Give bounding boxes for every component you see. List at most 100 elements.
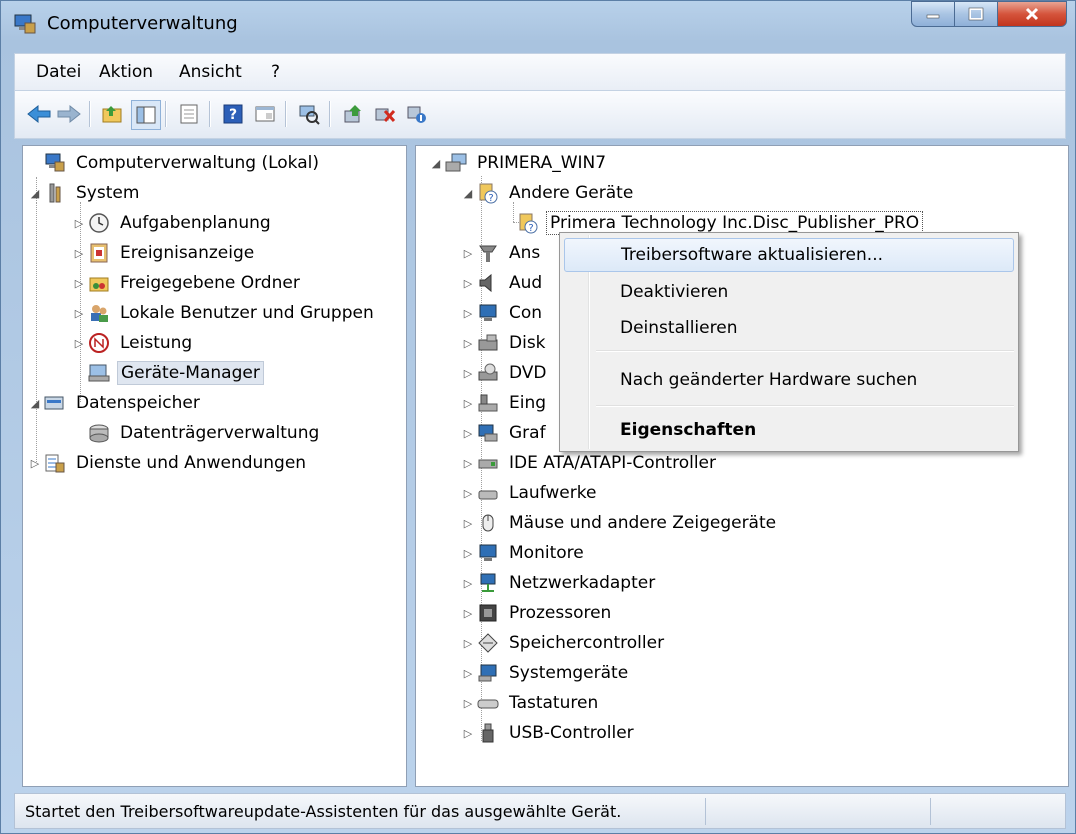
device-node-monitore[interactable]: ▷ Monitore [460,539,587,567]
device-node-dvd[interactable]: ▷ DVD [460,359,550,387]
expanded-arrow-icon[interactable]: ◢ [27,187,43,200]
device-node-speichercontroller[interactable]: ▷ Speichercontroller [460,629,667,657]
collapsed-arrow-icon[interactable]: ▷ [460,427,476,440]
back-button[interactable] [25,100,53,128]
update-driver-button[interactable] [339,100,367,128]
menu-aktion[interactable]: Aktion [99,62,153,82]
collapsed-arrow-icon[interactable]: ▷ [71,247,87,260]
scan-hardware-icon [299,105,320,125]
device-node-ans[interactable]: ▷ Ans [460,239,543,267]
collapsed-arrow-icon[interactable]: ▷ [460,727,476,740]
device-node-eing[interactable]: ▷ Eing [460,389,549,417]
help-button[interactable]: ? [219,100,247,128]
collapsed-arrow-icon[interactable]: ▷ [71,337,87,350]
title-bar[interactable]: Computerverwaltung [1,1,1075,45]
menu-datei[interactable]: Datei [36,62,81,82]
device-node-andere-geraete[interactable]: ◢ ? Andere Geräte [460,179,636,207]
collapsed-arrow-icon[interactable]: ▷ [460,247,476,260]
collapsed-arrow-icon[interactable]: ▷ [460,547,476,560]
ctx-uninstall[interactable]: Deinstallieren [564,311,1014,345]
tree-node-system[interactable]: ◢ System [27,179,142,207]
collapsed-arrow-icon[interactable]: ▷ [460,277,476,290]
computer-management-icon [43,151,67,175]
ide-controller-icon [476,451,500,475]
scan-hardware-button[interactable] [295,100,323,128]
svg-text:?: ? [488,193,493,204]
maximize-button[interactable] [954,1,998,27]
tree-node-freigegebene-ordner[interactable]: ▷ Freigegebene Ordner [71,269,303,297]
ctx-update-driver[interactable]: Treibersoftware aktualisieren... [564,238,1014,272]
menu-ansicht[interactable]: Ansicht [179,62,242,82]
disk-drive-icon [476,331,500,355]
collapsed-arrow-icon[interactable]: ▷ [460,667,476,680]
forward-button[interactable] [55,100,83,128]
uninstall-device-button[interactable] [371,100,399,128]
collapsed-arrow-icon[interactable]: ▷ [460,637,476,650]
up-folder-button[interactable] [99,100,127,128]
collapsed-arrow-icon[interactable]: ▷ [460,697,476,710]
usb-icon [476,721,500,745]
collapsed-arrow-icon[interactable]: ▷ [460,307,476,320]
device-node-primera-win7[interactable]: ◢ PRIMERA_WIN7 [428,149,609,177]
tree-node-ereignisanzeige[interactable]: ▷ Ereignisanzeige [71,239,257,267]
context-menu: Treibersoftware aktualisieren... Deaktiv… [559,232,1019,452]
ctx-properties[interactable]: Eigenschaften [564,413,1014,447]
tree-node-leistung[interactable]: ▷ Leistung [71,329,195,357]
svg-text:?: ? [229,107,237,123]
device-node-laufwerke[interactable]: ▷ Laufwerke [460,479,599,507]
properties-view-button[interactable] [251,100,279,128]
speaker-icon [476,271,500,295]
tree-node-dienste-und-anwendungen[interactable]: ▷ Dienste und Anwendungen [27,449,309,477]
menu-help[interactable]: ? [271,62,280,82]
device-node-prozessoren[interactable]: ▷ Prozessoren [460,599,614,627]
device-node-aud[interactable]: ▷ Aud [460,269,545,297]
tree-node-geraete-manager[interactable]: Geräte-Manager [71,359,264,387]
tree-node-datenspeicher[interactable]: ◢ Datenspeicher [27,389,203,417]
collapsed-arrow-icon[interactable]: ▷ [460,487,476,500]
input-device-icon [476,391,500,415]
device-node-usb-controller[interactable]: ▷ USB-Controller [460,719,637,747]
collapsed-arrow-icon[interactable]: ▷ [71,277,87,290]
export-list-button[interactable] [175,100,203,128]
ctx-scan-hardware[interactable]: Nach geänderter Hardware suchen [564,363,1014,397]
tree-node-computerverwaltung[interactable]: Computerverwaltung (Lokal) [27,149,322,177]
computer-icon [444,151,468,175]
collapsed-arrow-icon[interactable]: ▷ [460,397,476,410]
device-node-tastaturen[interactable]: ▷ Tastaturen [460,689,601,717]
device-node-systemgeraete[interactable]: ▷ Systemgeräte [460,659,631,687]
menu-bar: Datei Aktion Ansicht ? [14,53,1066,91]
minimize-icon [926,14,940,19]
collapsed-arrow-icon[interactable]: ▷ [71,307,87,320]
tree-node-lokale-benutzer[interactable]: ▷ Lokale Benutzer und Gruppen [71,299,377,327]
expanded-arrow-icon[interactable]: ◢ [460,187,476,200]
collapsed-arrow-icon[interactable]: ▷ [460,457,476,470]
device-node-graf[interactable]: ▷ Graf [460,419,549,447]
collapsed-arrow-icon[interactable]: ▷ [460,337,476,350]
expanded-arrow-icon[interactable]: ◢ [27,397,43,410]
collapsed-arrow-icon[interactable]: ▷ [460,607,476,620]
show-hide-tree-button[interactable] [131,100,161,130]
expanded-arrow-icon[interactable]: ◢ [428,157,444,170]
collapsed-arrow-icon[interactable]: ▷ [460,367,476,380]
close-button[interactable] [997,1,1067,27]
collapsed-arrow-icon[interactable]: ▷ [460,517,476,530]
device-node-disk[interactable]: ▷ Disk [460,329,549,357]
collapsed-arrow-icon[interactable]: ▷ [27,457,43,470]
device-node-ide-ata[interactable]: ▷ IDE ATA/ATAPI-Controller [460,449,719,477]
device-node-con[interactable]: ▷ Con [460,299,545,327]
collapsed-arrow-icon[interactable]: ▷ [460,577,476,590]
collapsed-arrow-icon[interactable]: ▷ [71,217,87,230]
tree-node-aufgabenplanung[interactable]: ▷ Aufgabenplanung [71,209,274,237]
device-node-maeuse[interactable]: ▷ Mäuse und andere Zeigegeräte [460,509,779,537]
system-devices-icon [476,661,500,685]
device-manager-icon [87,361,111,385]
tree-node-datentraegerverwaltung[interactable]: Datenträgerverwaltung [71,419,322,447]
computer-management-icon [13,13,37,35]
disable-device-button[interactable] [403,100,431,128]
disk-management-icon [87,421,111,445]
ctx-disable[interactable]: Deaktivieren [564,275,1014,309]
device-node-netzwerkadapter[interactable]: ▷ Netzwerkadapter [460,569,658,597]
uninstall-device-icon [375,108,396,123]
minimize-button[interactable] [911,1,955,27]
close-icon [1025,7,1039,21]
